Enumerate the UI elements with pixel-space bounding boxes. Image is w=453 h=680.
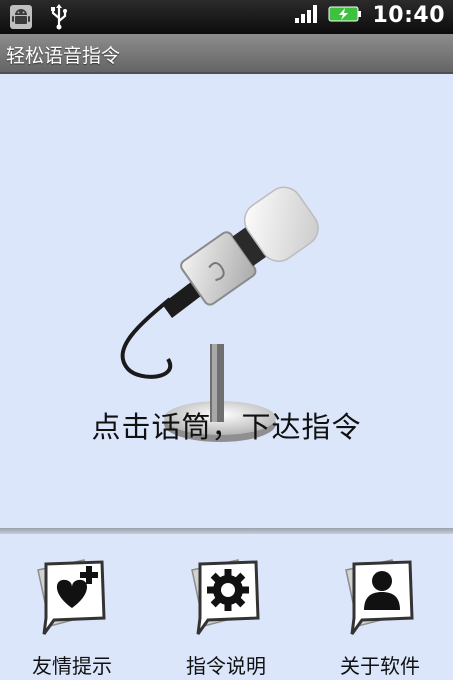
person-icon xyxy=(345,559,414,635)
signal-icon xyxy=(294,4,318,28)
usb-icon xyxy=(48,4,70,34)
heart-plus-icon xyxy=(37,559,106,635)
about-label: 关于软件 xyxy=(340,654,420,678)
instruction-text: 点击话筒，下达指令 xyxy=(91,410,362,444)
about-button[interactable]: 关于软件 xyxy=(310,554,450,680)
status-time: 10:40 xyxy=(372,3,445,28)
tips-button[interactable]: 友情提示 xyxy=(2,554,142,680)
app-title: 轻松语音指令 xyxy=(6,45,121,67)
command-help-button[interactable]: 指令说明 xyxy=(156,554,296,680)
android-icon xyxy=(8,4,34,34)
battery-charging-icon xyxy=(328,4,362,28)
bottom-bar: 友情提示 指令说明 关于软件 xyxy=(0,534,453,680)
main-area: 点击话筒，下达指令 xyxy=(0,74,453,530)
gear-icon xyxy=(191,559,260,635)
status-bar: 10:40 xyxy=(0,0,453,34)
tips-label: 友情提示 xyxy=(32,654,112,678)
title-bar: 轻松语音指令 xyxy=(0,34,453,74)
command-help-label: 指令说明 xyxy=(186,654,266,678)
